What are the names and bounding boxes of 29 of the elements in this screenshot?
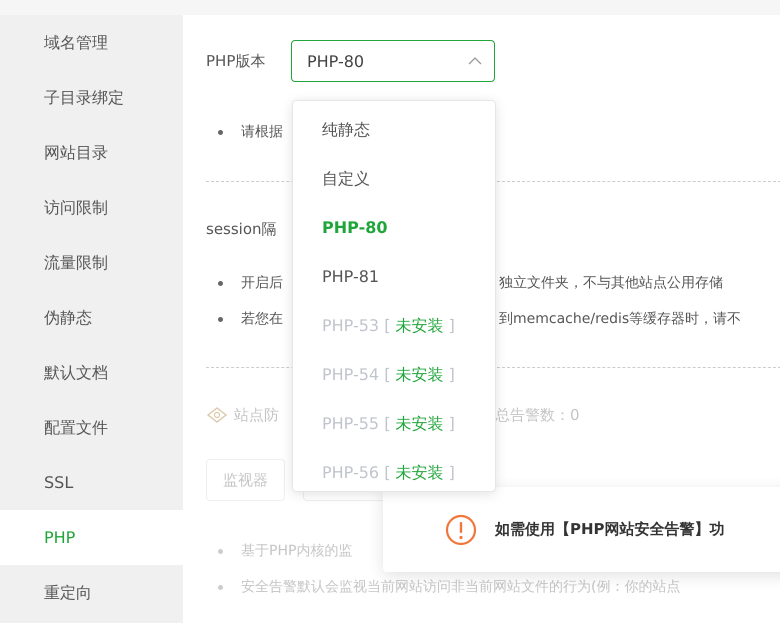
section-title: 站点防 (234, 406, 279, 424)
toast-text: 如需使用【PHP网站安全告警】功 (495, 520, 725, 539)
sidebar-item[interactable]: 流量限制 (0, 235, 183, 290)
section-title: session隔 (206, 220, 277, 240)
dropdown-option[interactable]: 纯静态 (293, 105, 495, 154)
tip-text: 基于PHP内核的监 (241, 542, 352, 560)
sidebar-item[interactable]: 域名管理 (0, 15, 183, 70)
version-select[interactable]: PHP-80 (291, 40, 495, 82)
tip-text: 安全告警默认会监视当前网站访问非当前网站文件的行为(例：你的站点 (241, 578, 680, 596)
tip-text: 请根据 (241, 123, 283, 141)
alarm-count: 总告警数：0 (495, 406, 580, 424)
sidebar-item[interactable]: 配置文件 (0, 400, 183, 455)
sidebar-item[interactable]: 子目录绑定 (0, 70, 183, 125)
warning-icon (445, 514, 477, 546)
dropdown-option[interactable]: 自定义 (293, 154, 495, 203)
tip-text: 到memcache/redis等缓存器时，请不 (499, 310, 742, 328)
field-label: PHP版本 (206, 52, 266, 70)
sidebar-item[interactable]: 网站目录 (0, 125, 183, 180)
sidebar-item[interactable]: SSL (0, 455, 183, 510)
tip-text: 开启后 (241, 274, 283, 292)
sidebar-item[interactable]: 默认文档 (0, 345, 183, 400)
tip-text: 独立文件夹，不与其他站点公用存储 (499, 274, 723, 292)
chevron-icon (468, 57, 482, 65)
sidebar-item[interactable]: 访问限制 (0, 180, 183, 235)
sidebar-item[interactable]: 重定向 (0, 565, 183, 620)
sidebar-item[interactable]: 伪静态 (0, 290, 183, 345)
dropdown-option[interactable]: PHP-81 (293, 252, 495, 301)
diamond-icon (206, 407, 228, 423)
tip-text: 若您在 (241, 310, 283, 328)
